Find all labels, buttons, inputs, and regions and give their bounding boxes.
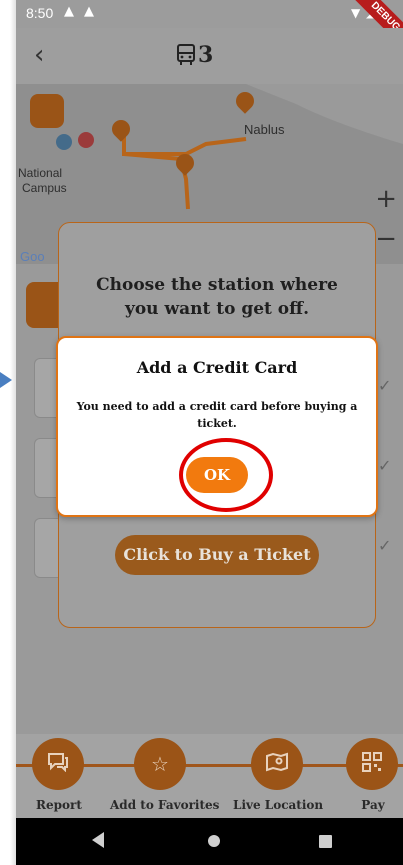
buy-ticket-button[interactable]: Click to Buy a Ticket [115, 535, 319, 575]
phone-screen: 8:50 ▲ ▲ ▼ ◢ DEBUG ‹ 3 [16, 0, 403, 865]
dialog-title: Add a Credit Card [136, 358, 298, 377]
zoom-out-button[interactable]: − [375, 224, 397, 254]
credit-card-dialog: Add a Credit Card You need to add a cred… [56, 336, 378, 517]
check-icon: ✓ [378, 456, 392, 475]
action-label-favorites: Add to Favorites [110, 798, 220, 812]
zoom-in-button[interactable]: + [375, 184, 397, 214]
nav-recents-icon[interactable] [319, 835, 332, 848]
check-icon: ✓ [378, 536, 392, 555]
check-icon: ✓ [378, 376, 392, 395]
favorites-button[interactable]: ☆ [134, 738, 186, 790]
hospital-icon [78, 132, 94, 148]
action-label-report: Report [36, 798, 82, 812]
map-place-icon [56, 134, 72, 150]
report-button[interactable] [32, 738, 84, 790]
status-time: 8:50 [26, 5, 54, 21]
warning-icon-2: ▲ [84, 4, 94, 19]
map-label-national: National [18, 166, 63, 180]
map-pin-icon [266, 752, 288, 777]
status-bar: 8:50 ▲ ▲ ▼ ◢ DEBUG [16, 0, 403, 52]
map-label-campus: Campus [22, 181, 67, 195]
dialog-message: You need to add a credit card before buy… [76, 400, 358, 430]
pointer-arrow-icon [0, 372, 12, 388]
star-icon: ☆ [151, 752, 169, 776]
nav-home-icon[interactable] [208, 835, 220, 847]
ok-button[interactable]: OK [186, 457, 248, 493]
google-logo: Goo [20, 249, 45, 264]
app-bar: ‹ 3 [16, 28, 403, 84]
action-bar: ☆ Report Add to Favorites Live Location … [16, 734, 403, 818]
chat-icon [47, 752, 69, 777]
action-label-live-location: Live Location [233, 798, 324, 812]
fullscreen-icon[interactable] [30, 94, 64, 128]
live-location-button[interactable] [251, 738, 303, 790]
bus-number: 3 [198, 42, 214, 68]
map-label-city: Nablus [244, 122, 285, 137]
qr-code-icon [362, 751, 382, 777]
pay-button[interactable] [346, 738, 398, 790]
wifi-icon: ▼ [351, 6, 361, 20]
bus-icon [176, 44, 196, 70]
nav-back-icon[interactable] [92, 832, 104, 848]
system-nav-bar [16, 818, 403, 865]
panel-title: Choose the station where you want to get… [96, 275, 338, 319]
warning-icon: ▲ [64, 4, 74, 19]
action-label-pay: Pay [361, 798, 385, 812]
back-arrow-icon[interactable]: ‹ [34, 40, 44, 70]
